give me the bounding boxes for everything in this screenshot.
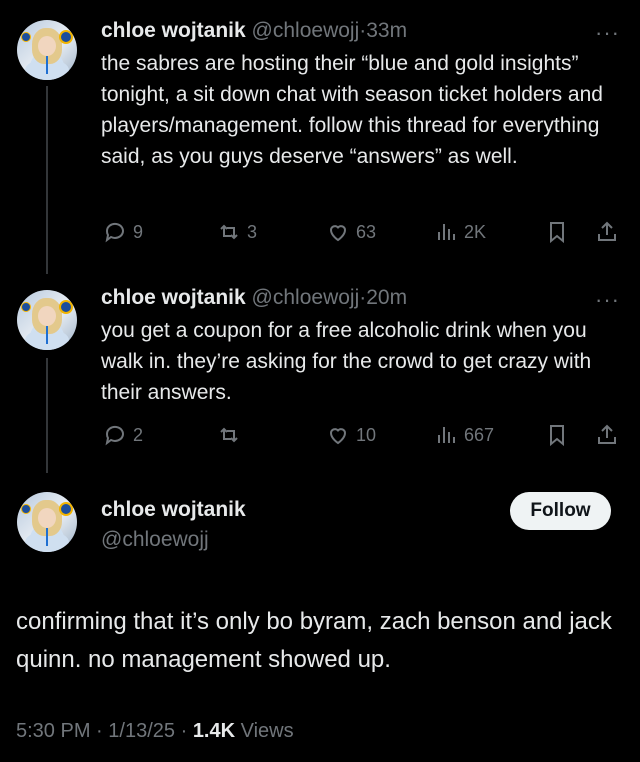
- separator-dot: ·: [96, 720, 103, 742]
- views-count: 1.4K: [192, 720, 236, 742]
- repost-icon: [220, 224, 238, 240]
- bookmark-button[interactable]: [545, 216, 569, 248]
- views-label: Views: [240, 720, 294, 742]
- avatar[interactable]: [17, 290, 77, 350]
- display-name[interactable]: chloe wojtanik: [101, 286, 246, 309]
- tweet-actions: 2 10 667: [101, 419, 625, 451]
- separator-dot: ·: [180, 720, 188, 742]
- share-icon: [598, 221, 616, 241]
- like-count: 10: [356, 424, 377, 445]
- user-handle[interactable]: @chloewojj: [101, 528, 209, 552]
- thread-line: [46, 86, 48, 274]
- like-button[interactable]: 10: [326, 419, 376, 451]
- bar-chart-icon: [438, 427, 455, 443]
- repost-icon: [220, 427, 238, 443]
- share-icon: [598, 424, 616, 444]
- views-button[interactable]: 2K: [434, 216, 486, 248]
- more-options-icon[interactable]: ···: [595, 289, 620, 311]
- timestamp[interactable]: 33m: [366, 19, 407, 42]
- bookmark-button[interactable]: [545, 419, 569, 451]
- share-button[interactable]: [595, 419, 619, 451]
- post-time[interactable]: 5:30 PM: [16, 720, 90, 742]
- tweet-text: the sabres are hosting their “blue and g…: [101, 52, 603, 168]
- follow-button[interactable]: Follow: [510, 492, 611, 530]
- user-handle[interactable]: @chloewojj: [252, 19, 360, 42]
- thread-line: [46, 358, 48, 473]
- timestamp[interactable]: 20m: [366, 286, 407, 309]
- views-count: 2K: [464, 221, 487, 242]
- heart-icon: [329, 428, 347, 445]
- display-name[interactable]: chloe wojtanik: [101, 19, 246, 42]
- tweet-text: confirming that it’s only bo byram, zach…: [16, 608, 612, 673]
- bookmark-icon: [550, 425, 564, 447]
- share-button[interactable]: [595, 216, 619, 248]
- views-count: 667: [464, 424, 495, 445]
- reply-button[interactable]: 2: [103, 419, 143, 451]
- repost-button[interactable]: 3: [217, 216, 257, 248]
- reply-count: 2: [133, 424, 144, 445]
- avatar[interactable]: [17, 492, 77, 552]
- user-handle[interactable]: @chloewojj: [252, 286, 360, 309]
- bar-chart-icon: [438, 224, 455, 240]
- reply-icon: [105, 222, 124, 243]
- display-name[interactable]: chloe wojtanik: [101, 498, 246, 522]
- more-options-icon[interactable]: ···: [595, 22, 620, 44]
- views-button[interactable]: 667: [434, 419, 494, 451]
- reply-button[interactable]: 9: [103, 216, 143, 248]
- repost-count: 3: [247, 221, 258, 242]
- tweet-header: chloe wojtanik @chloewojj·33m: [101, 18, 407, 44]
- avatar[interactable]: [17, 20, 77, 80]
- tweet-meta: 5:30 PM · 1/13/25 · 1.4K Views: [16, 720, 294, 743]
- like-button[interactable]: 63: [326, 216, 376, 248]
- tweet-actions: 9 3 63 2K: [101, 216, 625, 248]
- post-date[interactable]: 1/13/25: [108, 720, 175, 742]
- tweet-text: you get a coupon for a free alcoholic dr…: [101, 319, 592, 404]
- repost-button[interactable]: [217, 419, 247, 451]
- heart-icon: [329, 225, 347, 242]
- reply-icon: [105, 425, 124, 446]
- tweet-header: chloe wojtanik @chloewojj·20m: [101, 285, 407, 311]
- like-count: 63: [356, 221, 377, 242]
- bookmark-icon: [550, 222, 564, 244]
- reply-count: 9: [133, 221, 144, 242]
